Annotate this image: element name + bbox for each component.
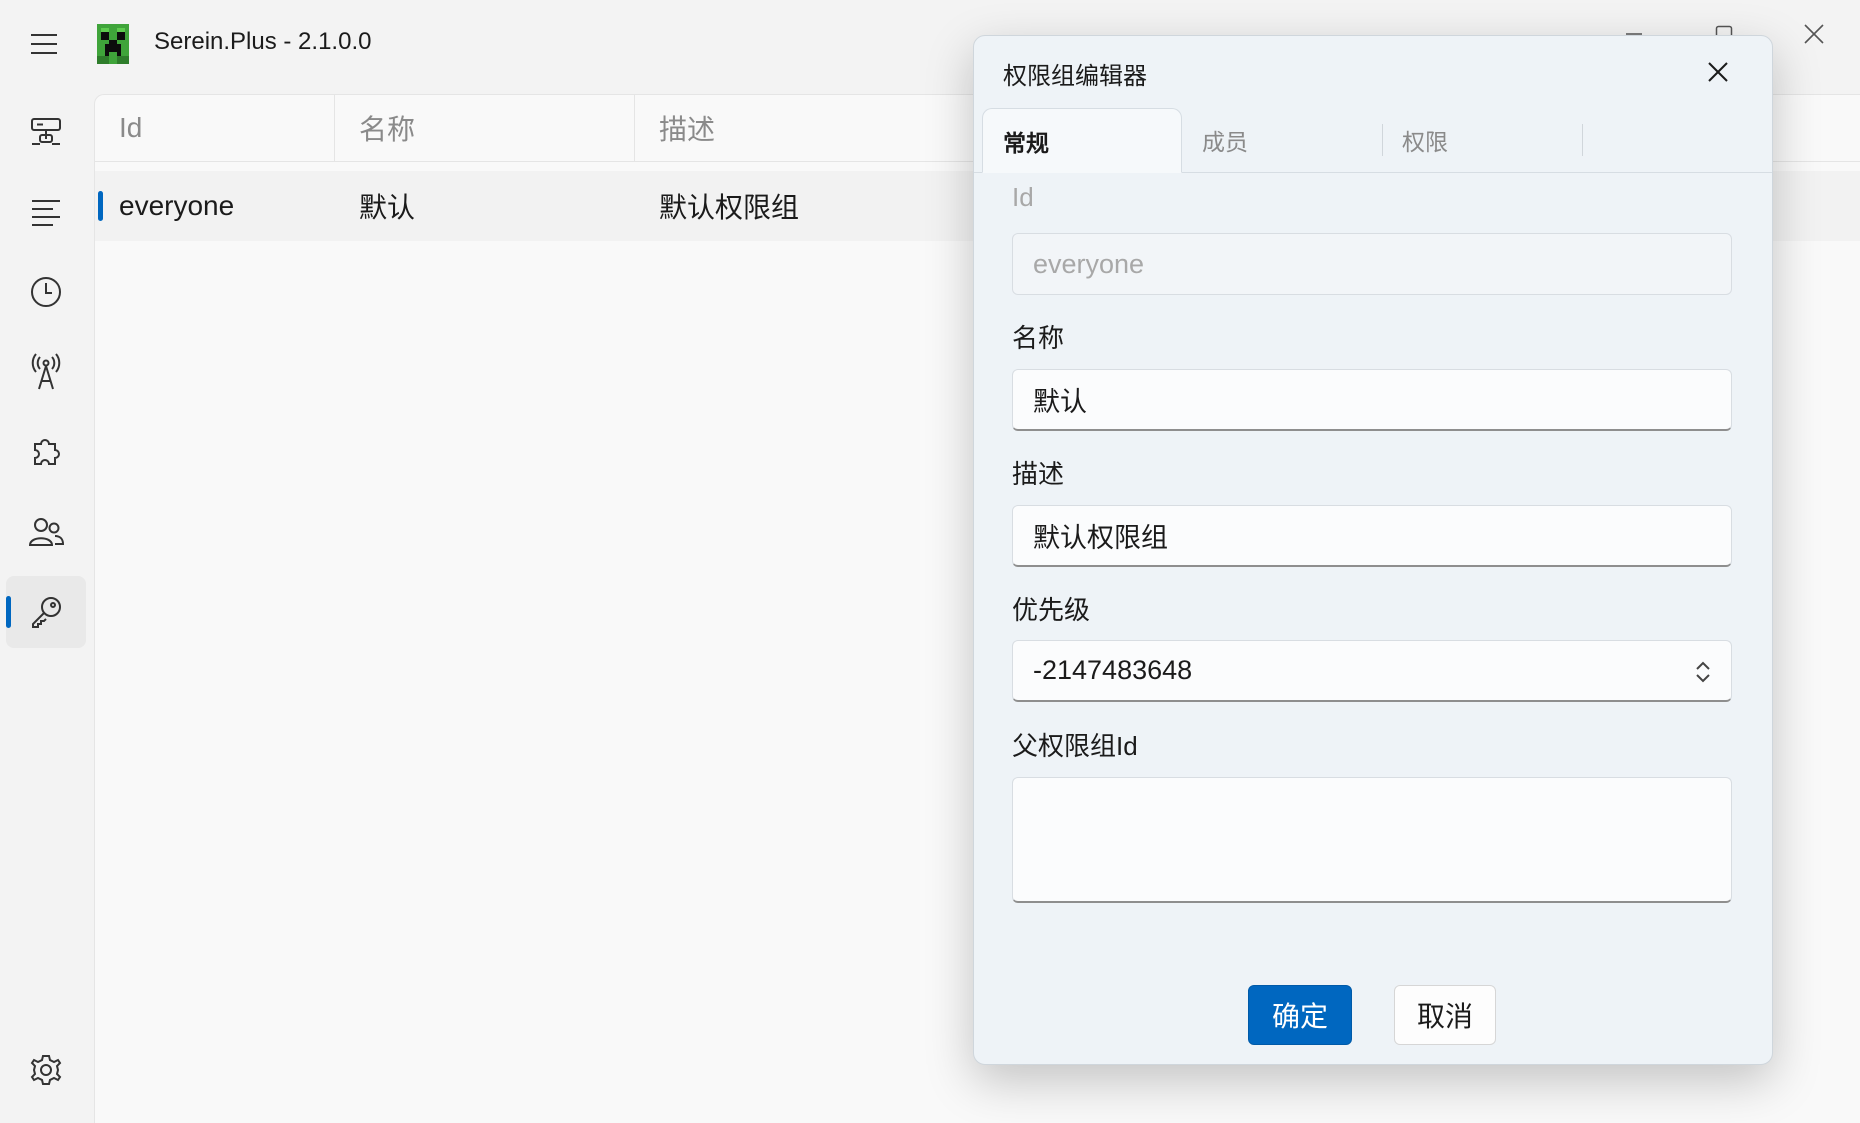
priority-label: 优先级 — [1012, 595, 1091, 625]
people-icon — [28, 518, 64, 546]
priority-number-box[interactable]: -2147483648 — [1012, 640, 1732, 702]
id-field: everyone — [1012, 233, 1732, 295]
navigation-rail — [0, 90, 94, 1122]
name-field[interactable]: 默认 — [1012, 369, 1732, 431]
cell-id: everyone — [119, 190, 235, 221]
nav-item-list[interactable] — [6, 176, 86, 248]
nav-item-settings[interactable] — [6, 1034, 86, 1106]
spin-updown-icon[interactable] — [1693, 658, 1713, 686]
nav-item-servers[interactable] — [6, 96, 86, 168]
permission-group-editor-dialog: 权限组编辑器 常规 成员 权限 Id everyone 名称 默认 描述 默认权… — [973, 35, 1773, 1065]
dialog-title: 权限组编辑器 — [1003, 63, 1147, 90]
description-field[interactable]: 默认权限组 — [1012, 505, 1732, 567]
app-title: Serein.Plus - 2.1.0.0 — [154, 28, 372, 55]
parent-group-field[interactable] — [1012, 777, 1732, 903]
tab-strip: 常规 成员 权限 — [974, 108, 1772, 173]
column-header-name[interactable]: 名称 — [335, 95, 635, 161]
nav-item-connection[interactable] — [6, 336, 86, 408]
tab-members[interactable]: 成员 — [1182, 108, 1382, 172]
id-label: Id — [1012, 182, 1034, 212]
name-label: 名称 — [1012, 323, 1065, 353]
creeper-logo — [97, 24, 129, 64]
tab-general[interactable]: 常规 — [982, 108, 1182, 173]
tab-separator — [1582, 124, 1583, 156]
cancel-button[interactable]: 取消 — [1394, 985, 1496, 1045]
cell-name: 默认 — [359, 192, 416, 223]
list-icon — [32, 200, 60, 226]
dialog-close-button[interactable] — [1694, 50, 1742, 94]
nav-item-permissions[interactable] — [6, 576, 86, 648]
clock-icon — [31, 277, 61, 307]
nav-item-schedule[interactable] — [6, 256, 86, 328]
key-icon — [32, 597, 61, 628]
nav-item-members[interactable] — [6, 496, 86, 568]
tab-permissions[interactable]: 权限 — [1382, 108, 1582, 172]
confirm-button[interactable]: 确定 — [1248, 985, 1352, 1045]
close-icon[interactable] — [1784, 14, 1844, 54]
column-header-id[interactable]: Id — [95, 95, 335, 161]
nav-item-plugins[interactable] — [6, 416, 86, 488]
parent-group-label: 父权限组Id — [1012, 731, 1138, 761]
hamburger-icon[interactable] — [24, 26, 64, 62]
antenna-icon — [31, 353, 61, 390]
puzzle-icon — [34, 439, 60, 465]
server-icon — [31, 118, 61, 145]
close-icon — [1708, 62, 1728, 82]
priority-value: -2147483648 — [1033, 655, 1193, 685]
gear-icon — [30, 1055, 62, 1085]
description-label: 描述 — [1012, 459, 1065, 489]
